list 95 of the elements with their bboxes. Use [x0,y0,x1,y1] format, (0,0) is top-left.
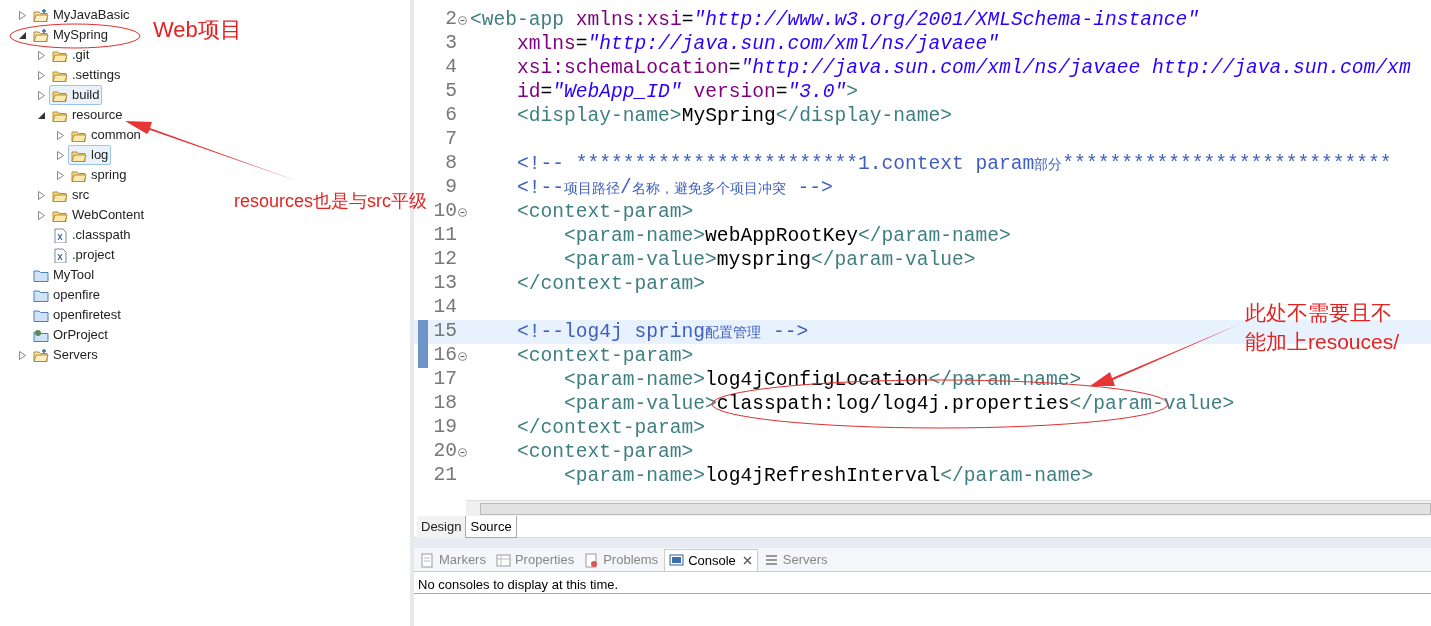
line-number: 9 [445,175,457,201]
closed-folder-icon [33,267,49,283]
line-number: 11 [433,223,457,249]
tree-item[interactable]: .project [49,245,118,265]
line-number: 14 [433,295,457,321]
code-line: </context-param> [517,417,706,439]
code-line: <web-app xmlns:xsi="http://www.w3.org/2001/XMLSchema-instance" [470,9,1200,31]
expand-arrow-icon[interactable] [18,10,26,20]
tree-item[interactable]: openfiretest [30,305,124,325]
monitor-icon [669,553,685,568]
code-line: <!--log4j spring配置管理 --> [517,321,809,343]
collapse-arrow-icon[interactable] [37,111,45,119]
tree-item[interactable]: openfire [30,285,103,305]
code-line: <context-param> [517,441,694,463]
line-number: 15 [433,319,457,345]
editor-tab[interactable]: Design [417,516,466,538]
line-number: 7 [445,127,457,153]
fold-icon[interactable] [458,207,467,217]
fold-icon[interactable] [458,447,467,457]
fold-icon[interactable] [458,15,467,25]
line-number: 3 [445,31,457,57]
code-line: <display-name>MySpring</display-name> [517,105,953,127]
code-line: <context-param> [517,345,694,367]
tree-item[interactable]: MyTool [30,265,98,285]
tree-item[interactable]: .settings [49,65,124,85]
line-number: 8 [445,151,457,177]
tree-item[interactable]: OrProject [30,325,111,345]
line-number: 18 [433,391,457,417]
annotation-text: Web项目 [153,16,242,44]
collapse-arrow-icon[interactable] [18,31,26,39]
expand-arrow-icon[interactable] [37,90,45,100]
tree-item[interactable]: build [49,85,103,105]
annotation-text: resources也是与src平级 [234,190,428,213]
code-line: <context-param> [517,201,694,223]
xml-file-icon [52,227,68,243]
line-number: 6 [445,103,457,129]
close-icon[interactable] [741,555,753,566]
code-line: xsi:schemaLocation="http://java.sun.com/xml/ns/javaee http://java.sun.com/xm [517,57,1411,79]
tree-item[interactable]: WebContent [49,205,148,225]
code-line: id="WebApp_ID" version="3.0"> [517,81,859,103]
console-message: No consoles to display at this time. [418,577,619,592]
line-number: 17 [433,367,457,393]
tree-item[interactable]: MySpring [30,25,111,45]
tree-item[interactable]: MyJavaBasic [30,5,133,25]
expand-arrow-icon[interactable] [56,130,64,140]
xml-file-icon [52,247,68,263]
closed-folder-icon [33,307,49,323]
line-number: 12 [433,247,457,273]
document-icon [584,552,600,568]
code-line: <!-- ************************1.context param部分**************************** [517,153,1392,175]
tree-item[interactable]: common [68,125,144,145]
editor-tab[interactable]: Source [465,516,517,538]
tree-item[interactable]: resource [49,105,126,125]
view-tab[interactable]: Console [664,549,758,571]
horizontal-scrollbar[interactable] [466,500,1431,516]
table-icon [495,552,511,568]
line-number: 5 [445,79,457,105]
expand-arrow-icon[interactable] [37,70,45,80]
line-number: 20 [433,439,457,465]
expand-arrow-icon[interactable] [56,170,64,180]
code-line: <param-name>log4jRefreshInterval</param-name> [564,465,1094,487]
tree-item[interactable]: log [68,145,112,165]
line-number: 16 [433,343,457,369]
tree-item[interactable]: .classpath [49,225,134,245]
document-icon [420,552,435,568]
expand-arrow-icon[interactable] [56,150,64,160]
code-line: <!--项目路径/名称，避免多个项目冲突 --> [517,177,833,199]
line-number: 10 [433,199,457,225]
annotation-text: 此处不需要且不能加上resouces/ [1245,300,1401,355]
tree-item[interactable]: .git [49,45,93,65]
server-folder-icon [33,327,49,343]
line-number: 21 [433,463,457,489]
code-line: <param-name>webAppRootKey</param-name> [564,225,1011,247]
tree-item[interactable]: src [49,185,93,205]
expand-arrow-icon[interactable] [18,350,26,360]
fold-icon[interactable] [458,351,467,361]
project-folder-icon [33,347,49,363]
line-number: 19 [433,415,457,441]
list-icon [763,552,779,568]
code-line: <param-value>myspring</param-value> [564,249,976,271]
project-folder-icon [33,7,49,23]
expand-arrow-icon[interactable] [37,50,45,60]
code-line: </context-param> [517,273,706,295]
tree-item[interactable]: spring [68,165,130,185]
expand-arrow-icon[interactable] [37,190,45,200]
tree-item[interactable]: Servers [30,345,101,365]
scrollbar-thumb[interactable] [480,502,1431,515]
line-number: 13 [433,271,457,297]
closed-folder-icon [33,287,49,303]
line-number: 2 [445,7,457,33]
expand-arrow-icon[interactable] [37,210,45,220]
code-line: xmlns="http://java.sun.com/xml/ns/javaee" [517,33,1000,55]
project-folder-icon [33,27,49,43]
line-number: 4 [445,55,457,81]
overview-ruler-mark [418,320,428,368]
